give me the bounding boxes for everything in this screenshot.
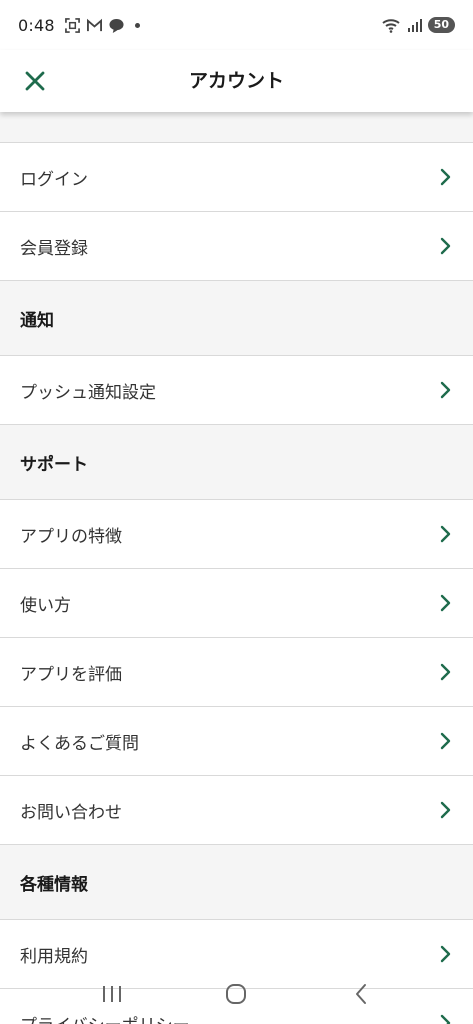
gmail-icon (86, 18, 102, 31)
list-item-label: 使い方 (20, 595, 71, 616)
list-item-faq[interactable]: よくあるご質問 (0, 707, 473, 776)
status-time: 0:48 (18, 15, 55, 35)
wifi-icon (382, 19, 400, 33)
list-item-push-settings[interactable]: プッシュ通知設定 (0, 356, 473, 425)
screenshot-icon (64, 17, 80, 33)
system-navigation-bar (0, 978, 473, 1010)
status-notification-icons (64, 17, 140, 33)
list-item-label: プライバシーポリシー (20, 1011, 439, 1024)
more-notifications-dot (134, 22, 140, 28)
signal-icon (407, 19, 422, 32)
list-item-contact[interactable]: お問い合わせ (0, 776, 473, 845)
status-bar: 0:48 50 (0, 0, 473, 50)
section-header-support: サポート (0, 425, 473, 500)
list-item-login[interactable]: ログイン (0, 143, 473, 212)
list-item-rate-app[interactable]: アプリを評価 (0, 638, 473, 707)
list-item-label: よくあるご質問 (20, 733, 139, 754)
list-item-label: 会員登録 (20, 238, 88, 259)
section-header-notifications: 通知 (0, 281, 473, 356)
page-title: アカウント (188, 70, 284, 92)
list-item-label: お問い合わせ (20, 802, 122, 823)
battery-indicator: 50 (427, 17, 455, 33)
list-item-how-to-use[interactable]: 使い方 (0, 569, 473, 638)
recent-apps-icon (103, 986, 122, 1002)
back-icon (355, 984, 366, 1004)
back-button[interactable] (346, 979, 376, 1009)
home-icon (226, 984, 247, 1004)
chevron-right-icon (440, 168, 451, 186)
top-spacer (0, 112, 473, 143)
chevron-right-icon (440, 525, 451, 543)
chevron-right-icon (440, 663, 451, 681)
section-title: サポート (20, 454, 88, 475)
list-item-label: アプリを評価 (20, 664, 122, 685)
chevron-right-icon (440, 945, 451, 963)
chevron-right-icon (440, 801, 451, 819)
list-item-register[interactable]: 会員登録 (0, 212, 473, 281)
section-header-info: 各種情報 (0, 845, 473, 920)
list-item-label: アプリの特徴 (20, 526, 122, 547)
list-item-label: ログイン (20, 169, 88, 190)
chevron-right-icon (440, 732, 451, 750)
chevron-right-icon (440, 237, 451, 255)
close-button[interactable] (18, 64, 52, 98)
chevron-right-icon (440, 1014, 451, 1024)
section-title: 通知 (20, 310, 54, 331)
account-settings-list: ログイン 会員登録 通知 プッシュ通知設定 サポート アプリの特徴 使い方 アプ… (0, 112, 473, 1024)
close-icon (25, 71, 45, 91)
chevron-right-icon (440, 594, 451, 612)
status-right: 50 (382, 17, 455, 33)
home-button[interactable] (221, 979, 251, 1009)
list-item-label: 利用規約 (20, 946, 88, 967)
app-header: アカウント (0, 50, 473, 112)
list-item-label: プッシュ通知設定 (20, 382, 156, 403)
section-title: 各種情報 (20, 874, 88, 895)
list-item-features[interactable]: アプリの特徴 (0, 500, 473, 569)
line-icon (109, 18, 124, 33)
chevron-right-icon (440, 381, 451, 399)
recent-apps-button[interactable] (97, 979, 127, 1009)
